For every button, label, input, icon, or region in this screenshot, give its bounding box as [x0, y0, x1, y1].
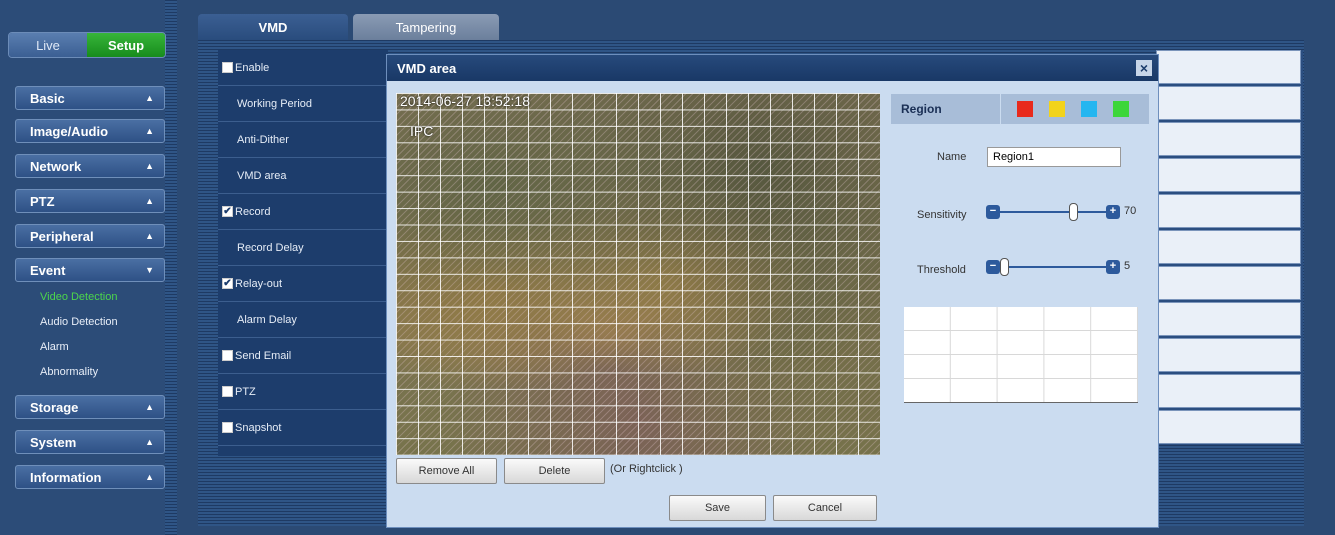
background-field[interactable] [1156, 266, 1301, 300]
motion-grid[interactable] [396, 93, 880, 455]
background-field[interactable] [1156, 302, 1301, 336]
dialog-title: VMD area [397, 60, 457, 76]
sub-video-detection[interactable]: Video Detection [40, 291, 117, 303]
background-field[interactable] [1156, 410, 1301, 444]
threshold-slider[interactable]: − + 5 [986, 258, 1146, 276]
slider-thumb[interactable] [1000, 258, 1010, 276]
background-field[interactable] [1156, 158, 1301, 192]
mode-switch: Live Setup [8, 32, 166, 58]
record-row: ✔ Record [218, 194, 388, 230]
enable-row: Enable [218, 50, 388, 86]
ptz-checkbox[interactable] [222, 386, 233, 397]
vmd-area-row: VMD area [218, 158, 388, 194]
region-color-red[interactable] [1017, 101, 1033, 117]
live-tab[interactable]: Live [9, 33, 87, 57]
chevron-up-icon: ▲ [145, 126, 154, 136]
minus-icon[interactable]: − [986, 205, 1000, 219]
working-period-row: Working Period [218, 86, 388, 122]
background-field[interactable] [1156, 338, 1301, 372]
close-icon[interactable]: × [1136, 60, 1152, 76]
record-delay-row: Record Delay [218, 230, 388, 266]
relay-out-row: ✔ Relay-out [218, 266, 388, 302]
region-color-green[interactable] [1113, 101, 1129, 117]
region-color-blue[interactable] [1081, 101, 1097, 117]
chevron-up-icon: ▲ [145, 161, 154, 171]
save-button[interactable]: Save [669, 495, 766, 521]
nav-network[interactable]: Network ▲ [15, 154, 165, 178]
record-checkbox[interactable]: ✔ [222, 206, 233, 217]
setup-tab[interactable]: Setup [87, 33, 165, 57]
plus-icon[interactable]: + [1106, 205, 1120, 219]
nav-storage[interactable]: Storage ▲ [15, 395, 165, 419]
nav-divider [165, 0, 177, 535]
plus-icon[interactable]: + [1106, 260, 1120, 274]
threshold-value: 5 [1124, 260, 1131, 272]
background-field[interactable] [1156, 50, 1301, 84]
sub-audio-detection[interactable]: Audio Detection [40, 316, 118, 328]
chevron-up-icon: ▲ [145, 437, 154, 447]
nav-event[interactable]: Event ▼ [15, 258, 165, 282]
sensitivity-slider[interactable]: − + 70 [986, 203, 1146, 221]
alarm-delay-row: Alarm Delay [218, 302, 388, 338]
nav-image-audio[interactable]: Image/Audio ▲ [15, 119, 165, 143]
slider-thumb[interactable] [1069, 203, 1079, 221]
slider-track[interactable] [1000, 266, 1106, 268]
region-label: Region [891, 94, 1001, 124]
background-field[interactable] [1156, 374, 1301, 408]
ptz-row: PTZ [218, 374, 388, 410]
chevron-up-icon: ▲ [145, 231, 154, 241]
nav-peripheral[interactable]: Peripheral ▲ [15, 224, 165, 248]
snapshot-row: Snapshot [218, 410, 388, 446]
sensitivity-value: 70 [1124, 205, 1137, 217]
sensitivity-label: Sensitivity [917, 209, 967, 221]
cancel-button[interactable]: Cancel [773, 495, 877, 521]
chevron-up-icon: ▲ [145, 93, 154, 103]
region-color-yellow[interactable] [1049, 101, 1065, 117]
delete-hint: (Or Rightclick ) [610, 463, 683, 475]
snapshot-checkbox[interactable] [222, 422, 233, 433]
send-email-row: Send Email [218, 338, 388, 374]
relay-out-checkbox[interactable]: ✔ [222, 278, 233, 289]
sub-abnormality[interactable]: Abnormality [40, 366, 98, 378]
slider-track[interactable] [1000, 211, 1106, 213]
nav-basic[interactable]: Basic ▲ [15, 86, 165, 110]
threshold-label: Threshold [917, 264, 966, 276]
background-field[interactable] [1156, 230, 1301, 264]
chevron-up-icon: ▲ [145, 402, 154, 412]
osd-timestamp: 2014-06-27 13:52:18 [400, 93, 530, 109]
anti-dither-row: Anti-Dither [218, 122, 388, 158]
chevron-down-icon: ▼ [145, 265, 154, 275]
nav-information[interactable]: Information ▲ [15, 465, 165, 489]
chevron-up-icon: ▲ [145, 472, 154, 482]
sub-alarm[interactable]: Alarm [40, 341, 69, 353]
background-inputs [1156, 50, 1303, 445]
chevron-up-icon: ▲ [145, 196, 154, 206]
send-email-checkbox[interactable] [222, 350, 233, 361]
left-navigation: Live Setup Basic ▲ Image/Audio ▲ Network ▲ … [0, 0, 177, 535]
video-preview[interactable]: 2014-06-27 13:52:18 IPC [396, 93, 880, 455]
region-name-input[interactable] [987, 147, 1121, 167]
region-selector: Region [891, 94, 1149, 124]
vmd-settings-panel: Enable Working Period Anti-Dither VMD ar… [218, 50, 388, 456]
osd-channel: IPC [410, 123, 434, 139]
minus-icon[interactable]: − [986, 260, 1000, 274]
nav-system[interactable]: System ▲ [15, 430, 165, 454]
tab-vmd[interactable]: VMD [198, 14, 348, 40]
nav-ptz[interactable]: PTZ ▲ [15, 189, 165, 213]
vmd-area-dialog: VMD area × 2014-06-27 13:52:18 IPC Remov… [386, 54, 1159, 528]
dialog-title-bar: VMD area × [387, 55, 1158, 81]
background-field[interactable] [1156, 86, 1301, 120]
background-field[interactable] [1156, 194, 1301, 228]
delete-button[interactable]: Delete [504, 458, 605, 484]
background-field[interactable] [1156, 122, 1301, 156]
motion-level-graph [904, 307, 1138, 403]
name-label: Name [937, 151, 967, 163]
tab-tampering[interactable]: Tampering [353, 14, 499, 40]
enable-checkbox[interactable] [222, 62, 233, 73]
remove-all-button[interactable]: Remove All [396, 458, 497, 484]
